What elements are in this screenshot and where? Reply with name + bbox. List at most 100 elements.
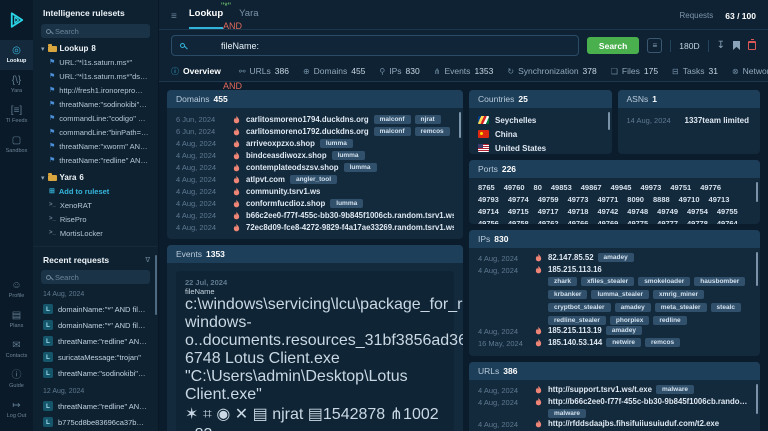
url-row[interactable]: 4 Aug, 2024 ◷ http://support.tsrv1.ws/t.…	[478, 385, 751, 396]
process-row[interactable]: 6748 Lotus Client.exe "C:\Users\admin\De…	[185, 350, 445, 431]
malware-tag[interactable]: lumma	[344, 163, 377, 172]
sidebar-nav-item[interactable]: Guide	[0, 365, 33, 395]
url-text[interactable]: http://b66c2ee0-f77f-455c-bb30-9b845f100…	[548, 397, 751, 406]
port-value[interactable]: 49710	[679, 195, 700, 204]
port-value[interactable]: 8765	[478, 183, 495, 192]
ruleset-item[interactable]: ⚑ http://fresh1.ironorepro…	[33, 83, 158, 97]
malware-tag[interactable]: njrat	[415, 115, 441, 124]
domain-name[interactable]: carlitosmoreno1792.duckdns.org	[246, 127, 369, 136]
domain-row[interactable]: 4 Aug, 2024 bindceasdiwozx.shop lumma	[176, 149, 454, 161]
panel-scrollbar[interactable]	[756, 252, 758, 286]
port-value[interactable]: 8090	[627, 195, 644, 204]
recent-search[interactable]	[41, 270, 150, 284]
event-card[interactable]: 22 Jul, 2024 fileName c:\windows\servici…	[176, 271, 454, 431]
folder-yara[interactable]: ▾ Yara 6	[33, 167, 158, 184]
malware-tag[interactable]: malconf	[374, 115, 411, 124]
malware-tag[interactable]: zhark	[548, 277, 577, 286]
port-value[interactable]: 49774	[508, 195, 529, 204]
domain-name[interactable]: contemplateodszsv.shop	[246, 163, 339, 172]
list-icon[interactable]: ≡	[171, 11, 177, 29]
recent-request-item[interactable]: L suricataMessage:"trojan"	[33, 349, 158, 365]
port-value[interactable]: 49777	[657, 219, 678, 224]
port-value[interactable]: 49771	[597, 195, 618, 204]
domain-name[interactable]: arriveoxpzxo.shop	[246, 139, 315, 148]
recent-request-item[interactable]: L domainName:"*" AND fil…	[33, 317, 158, 333]
domain-name[interactable]: b66c2ee0-f77f-455c-bb30-9b845f1006cb.ran…	[246, 211, 454, 220]
url-row[interactable]: 4 Aug, 2024 ◷ http://rfddsdaajbs.fihsifu…	[478, 419, 751, 431]
domain-name[interactable]: atlpvt.com	[246, 175, 285, 184]
domain-row[interactable]: 6 Jun, 2024 carlitosmoreno1794.duckdns.o…	[176, 113, 454, 125]
yara-rule-item[interactable]: >_ RisePro	[33, 212, 158, 226]
ip-address[interactable]: 185.215.113.16	[548, 265, 602, 274]
url-row[interactable]: 4 Aug, 2024 ◷ http://b66c2ee0-f77f-455c-…	[478, 397, 751, 418]
domain-name[interactable]: carlitosmoreno1794.duckdns.org	[246, 115, 369, 124]
result-tab[interactable]: Tasks 31	[672, 66, 718, 76]
rulesets-search[interactable]	[41, 24, 150, 38]
domain-name[interactable]: bindceasdiwozx.shop	[246, 151, 327, 160]
yara-rule-item[interactable]: >_ MortisLocker	[33, 226, 158, 240]
port-value[interactable]: 49773	[568, 195, 589, 204]
sidebar-nav-item[interactable]: Sandbox	[0, 130, 33, 160]
result-tab[interactable]: Files 175	[611, 66, 658, 76]
port-value[interactable]: 80	[534, 183, 542, 192]
result-tab[interactable]: IPs 830	[379, 66, 419, 76]
domain-name[interactable]: conformfucdioz.shop	[246, 199, 325, 208]
domain-row[interactable]: 4 Aug, 2024 conformfucdioz.shop lumma	[176, 197, 454, 209]
port-value[interactable]: 49764	[717, 219, 738, 224]
malware-tag[interactable]: krbanker	[548, 290, 587, 299]
port-value[interactable]: 49973	[640, 183, 661, 192]
port-value[interactable]: 49759	[538, 195, 559, 204]
sidebar-nav-item[interactable]: TI Feeds	[0, 100, 33, 130]
malware-tag[interactable]: remcos	[415, 127, 450, 136]
port-value[interactable]: 49742	[597, 207, 618, 216]
port-value[interactable]: 49751	[670, 183, 691, 192]
domain-row[interactable]: 4 Aug, 2024 atlpvt.com angler_tool	[176, 173, 454, 185]
ruleset-item[interactable]: ⚑ commandLine:"codigo" …	[33, 111, 158, 125]
threat-name-badge[interactable]: njrat	[272, 406, 303, 423]
recent-request-item[interactable]: L threatName:"redline" AN…	[33, 333, 158, 349]
malware-tag[interactable]: phorpiex	[610, 316, 649, 325]
result-tab[interactable]: Domains 455	[303, 66, 365, 76]
result-tab[interactable]: Network threats 6	[732, 66, 768, 76]
domain-row[interactable]: 4 Aug, 2024 arriveoxpzxo.shop lumma	[176, 137, 454, 149]
asn-row[interactable]: 14 Aug, 2024 1337team limited	[627, 113, 752, 127]
malware-tag[interactable]: lumma	[320, 139, 353, 148]
malware-tag[interactable]: amadey	[598, 253, 634, 262]
port-value[interactable]: 49853	[551, 183, 572, 192]
port-value[interactable]: 49762	[538, 219, 559, 224]
url-text[interactable]: http://support.tsrv1.ws/t.exe	[548, 385, 652, 394]
ip-address[interactable]: 185.215.113.19	[548, 326, 602, 335]
download-icon[interactable]: ↧	[717, 41, 725, 51]
malware-tag[interactable]: redline_stealer	[548, 316, 606, 325]
domain-row[interactable]: 4 Aug, 2024 72ec8d09-fce8-4272-9829-f4a1…	[176, 221, 454, 233]
malware-tag[interactable]: malware	[548, 409, 586, 418]
filter-icon[interactable]: ∇	[145, 256, 150, 264]
port-value[interactable]: 8888	[653, 195, 670, 204]
malware-tag[interactable]: amadey	[615, 303, 651, 312]
sidebar-nav-item[interactable]: Plans	[0, 305, 33, 335]
malware-tag[interactable]: xfiles_stealer	[581, 277, 634, 286]
malware-tag[interactable]: angler_tool	[290, 175, 337, 184]
ip-address[interactable]: 185.140.53.144	[548, 338, 602, 347]
ruleset-item[interactable]: ⚑ threatName:"redline" AN…	[33, 153, 158, 167]
malware-tag[interactable]: remcos	[645, 338, 680, 347]
ip-address[interactable]: 82.147.85.52	[548, 253, 594, 262]
port-value[interactable]: 49945	[611, 183, 632, 192]
tools-icon[interactable]: ✕	[235, 406, 248, 423]
malware-tag[interactable]: smokeloader	[638, 277, 690, 286]
recent-request-item[interactable]: L domainName:"*" AND fil…	[33, 301, 158, 317]
ruleset-item[interactable]: ⚑ threatName:"sodinokibi"…	[33, 97, 158, 111]
ip-row[interactable]: 4 Aug, 2024 185.215.113.16 zharkxfiles_s…	[478, 265, 751, 325]
eye-icon[interactable]: ◉	[216, 406, 230, 423]
port-value[interactable]: 49715	[508, 207, 529, 216]
add-to-ruleset-link[interactable]: ⊞ Add to ruleset	[33, 184, 158, 198]
sidebar-nav-item[interactable]: Profile	[0, 275, 33, 305]
folder-lookup[interactable]: ▾ Lookup 8	[33, 38, 158, 55]
panel-scrollbar[interactable]	[608, 112, 610, 130]
domain-row[interactable]: 6 Jun, 2024 carlitosmoreno1792.duckdns.o…	[176, 125, 454, 137]
domain-row[interactable]: 4 Aug, 2024 contemplateodszsv.shop lumma	[176, 161, 454, 173]
domain-name[interactable]: community.tsrv1.ws	[246, 187, 320, 196]
panel-scrollbar[interactable]	[756, 182, 758, 202]
country-row[interactable]: Seychelles	[478, 113, 603, 127]
malware-tag[interactable]: xmrig_miner	[653, 290, 704, 299]
